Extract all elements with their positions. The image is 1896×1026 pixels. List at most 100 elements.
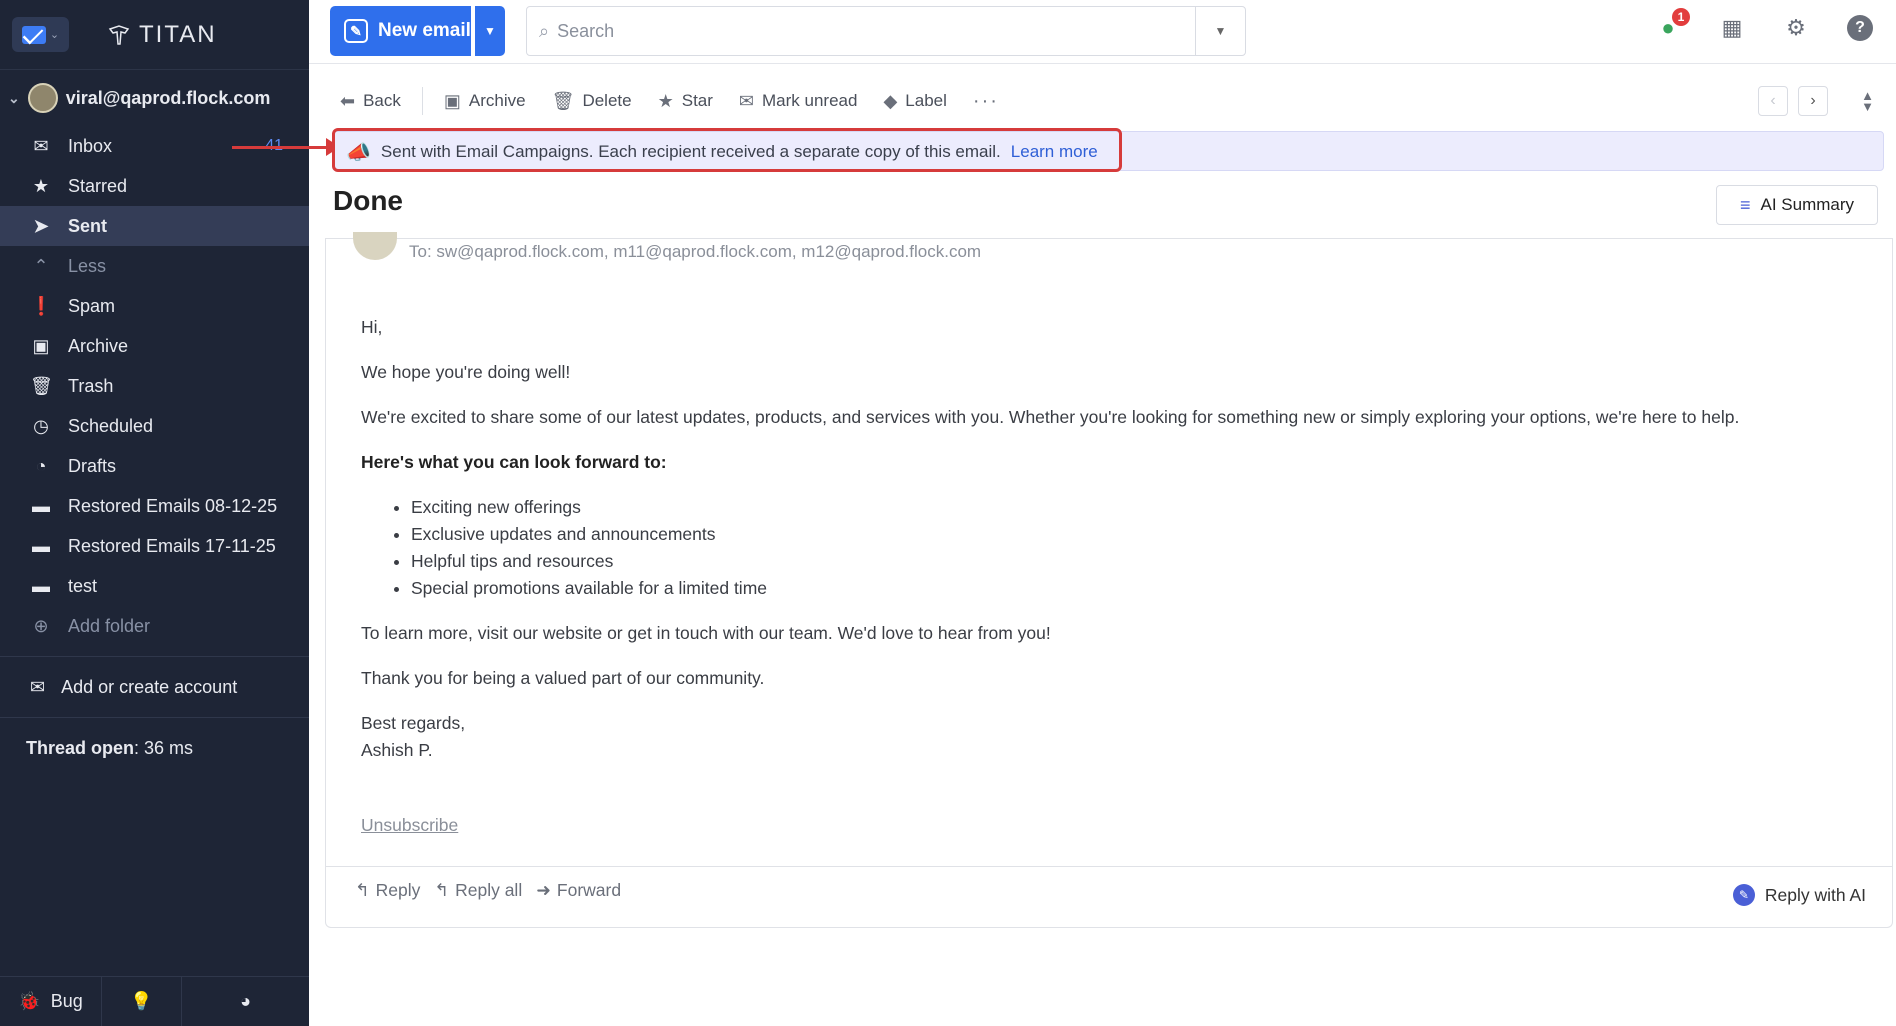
add-account-button[interactable]: ✉ Add or create account	[0, 667, 309, 707]
sidebar-item-trash[interactable]: 🗑 Trash	[0, 366, 309, 406]
sidebar-item-spam[interactable]: ❗ Spam	[0, 286, 309, 326]
forward-button[interactable]: ➜ Forward	[536, 880, 621, 901]
unsubscribe-link[interactable]: Unsubscribe	[361, 815, 458, 836]
star-label: Star	[681, 91, 713, 110]
message-top-divider	[325, 238, 1893, 239]
sidebar-item-restored-08-12-25[interactable]: ▬ Restored Emails 08-12-25	[0, 486, 309, 526]
search-input[interactable]	[557, 20, 1158, 42]
account-selector[interactable]: ⌄ viral@qaprod.flock.com	[0, 70, 309, 126]
inbox-icon: ✉	[33, 135, 49, 156]
notifications-button[interactable]: ● 1	[1654, 8, 1690, 42]
body-paragraph: We hope you're doing well!	[361, 362, 571, 382]
idea-button[interactable]: 💡	[102, 977, 182, 1026]
sidebar-divider	[0, 717, 309, 718]
new-email-dropdown-button[interactable]: ▼	[475, 6, 505, 56]
previous-message-button[interactable]: ‹	[1758, 86, 1788, 116]
titan-logo-icon	[108, 24, 130, 45]
lightbulb-icon: 💡	[130, 991, 153, 1011]
label-label: Label	[905, 91, 947, 110]
ai-summary-label: AI Summary	[1760, 195, 1855, 214]
next-message-button[interactable]: ›	[1798, 86, 1828, 116]
bug-report-button[interactable]: 🐞 Bug	[0, 977, 102, 1026]
add-folder-button[interactable]: ⊕ Add folder	[0, 606, 309, 646]
reply-divider	[325, 866, 1893, 867]
thread-open-value: : 36 ms	[134, 737, 194, 758]
learn-more-link[interactable]: Learn more	[1011, 142, 1098, 162]
sidebar-item-test[interactable]: ▬ test	[0, 566, 309, 606]
status-button[interactable]: ◕	[182, 977, 309, 1026]
reply-all-button[interactable]: ↰ Reply all	[434, 880, 522, 901]
body-heading: Here's what you can look forward to:	[361, 452, 667, 472]
mark-unread-button[interactable]: ✉ Mark unread	[726, 83, 871, 119]
apps-grid-button[interactable]: ▦	[1718, 14, 1746, 42]
sidebar-item-label: Trash	[68, 375, 114, 396]
bug-icon: 🐞	[18, 991, 41, 1011]
brand-row: ⌄ TITAN	[0, 0, 309, 70]
new-email-button[interactable]: ✎ New email	[330, 6, 471, 56]
add-mail-icon: ✉	[30, 676, 46, 697]
toolbar-divider	[421, 87, 423, 115]
sidebar-item-starred[interactable]: ★ Starred	[0, 166, 309, 206]
search-box: ⌕ ▼	[526, 6, 1246, 56]
chevron-down-icon: ⌄	[8, 89, 20, 106]
new-email-label: New email	[378, 20, 471, 41]
sidebar-item-label: Drafts	[68, 455, 117, 476]
ai-summary-button[interactable]: ≡ AI Summary	[1716, 185, 1878, 225]
recipients-line: To: sw@qaprod.flock.com, m11@qaprod.floc…	[409, 242, 982, 261]
chevron-left-icon: ‹	[1770, 92, 1776, 109]
chevron-down-icon: ⌄	[49, 29, 60, 41]
sidebar-item-less[interactable]: ⌃ Less	[0, 246, 309, 286]
sidebar-item-label: Sent	[68, 215, 108, 236]
compose-icon: ✎	[344, 19, 368, 43]
more-actions-button[interactable]: ···	[960, 90, 1012, 113]
sidebar-item-restored-17-11-25[interactable]: ▬ Restored Emails 17-11-25	[0, 526, 309, 566]
settings-button[interactable]: ⚙	[1782, 14, 1810, 42]
message-toolbar: ⬅ Back ▣ Archive 🗑 Delete ★ Star ✉ Mark …	[309, 78, 1896, 124]
archive-button[interactable]: ▣ Archive	[431, 83, 539, 119]
reply-with-ai-button[interactable]: ✎ Reply with AI	[1732, 884, 1866, 906]
search-icon: ⌕	[539, 20, 550, 41]
expand-collapse-button[interactable]: ▲ ▼	[1861, 89, 1874, 113]
sidebar-item-drafts[interactable]: ◔ Drafts	[0, 446, 309, 486]
forward-label: Forward	[556, 880, 622, 900]
speedometer-icon: ◕	[240, 991, 251, 1011]
forward-icon: ➜	[536, 880, 551, 900]
label-button[interactable]: ◆ Label	[870, 83, 959, 119]
annotation-arrow-line	[232, 146, 330, 149]
sidebar-item-sent[interactable]: ➤ Sent	[0, 206, 309, 246]
reply-icon: ↰	[355, 880, 370, 900]
sidebar-item-label: Restored Emails 17-11-25	[68, 535, 276, 556]
send-icon: ➤	[33, 215, 49, 236]
search-options-button[interactable]: ▼	[1195, 7, 1245, 55]
body-paragraph: Thank you for being a valued part of our…	[361, 668, 765, 688]
back-button[interactable]: ⬅ Back	[327, 83, 414, 119]
email-body: Hi, We hope you're doing well! We're exc…	[361, 314, 1861, 764]
sidebar-item-label: Starred	[68, 175, 128, 196]
plus-circle-icon: ⊕	[33, 615, 49, 636]
star-button[interactable]: ★ Star	[645, 83, 726, 119]
sidebar-item-label: Inbox	[68, 135, 113, 156]
notification-badge: 1	[1672, 8, 1690, 26]
drafts-icon: ◔	[35, 455, 47, 476]
archive-icon: ▣	[32, 335, 50, 356]
folder-icon: ▬	[32, 575, 50, 596]
sidebar-item-scheduled[interactable]: ◷ Scheduled	[0, 406, 309, 446]
pager: ‹ ›	[1758, 86, 1828, 116]
chevron-up-icon: ⌃	[33, 255, 49, 276]
list-item: Special promotions available for a limit…	[411, 575, 1861, 602]
sidebar-divider	[0, 656, 309, 657]
delete-button[interactable]: 🗑 Delete	[539, 83, 645, 119]
topbar: ✎ New email ▼ ⌕ ▼ ● 1 ▦ ⚙ ?	[309, 0, 1896, 64]
caret-down-icon: ▼	[1214, 24, 1227, 38]
sidebar-item-archive[interactable]: ▣ Archive	[0, 326, 309, 366]
help-button[interactable]: ?	[1846, 14, 1874, 42]
folder-icon: ▬	[32, 535, 50, 556]
signature: Ashish P.	[361, 740, 433, 760]
top-icons: ● 1 ▦ ⚙ ?	[1654, 8, 1874, 42]
greeting: Hi,	[361, 317, 383, 337]
archive-label: Archive	[468, 91, 526, 110]
bug-label: Bug	[50, 991, 83, 1011]
avatar	[27, 83, 58, 113]
app-switcher-button[interactable]: ⌄	[12, 17, 69, 52]
reply-button[interactable]: ↰ Reply	[355, 880, 420, 901]
